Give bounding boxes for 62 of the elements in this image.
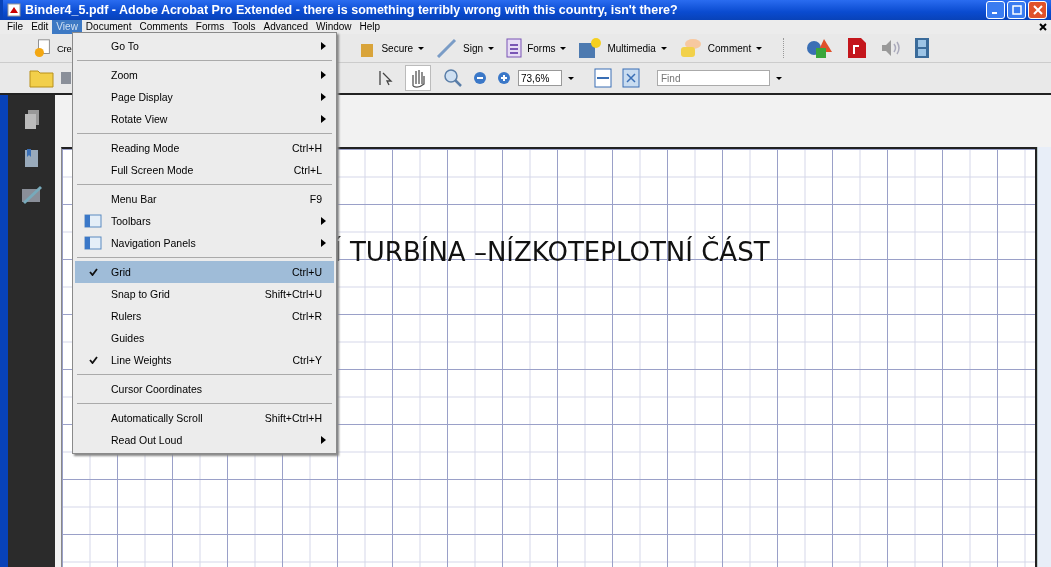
menu-item[interactable]: Line Weights Ctrl+Y (75, 349, 334, 371)
signature-icon[interactable] (20, 185, 43, 205)
create-label[interactable]: Cre (57, 42, 72, 54)
zoom-in-icon[interactable] (497, 71, 511, 85)
menu-item[interactable]: Read Out Loud (75, 429, 334, 451)
menu-item[interactable]: Navigation Panels (75, 232, 334, 254)
form-icon (506, 38, 523, 58)
toolbar-button[interactable]: Forms (503, 38, 570, 58)
pen-icon (436, 38, 459, 58)
menu-item[interactable]: Reading Mode Ctrl+H (75, 137, 334, 159)
zoom-field[interactable]: 73,6% (518, 70, 562, 86)
menu-item[interactable]: Rulers Ctrl+R (75, 305, 334, 327)
zoom-out-icon[interactable] (473, 71, 487, 85)
zoom-icon[interactable] (441, 68, 463, 88)
menu-item[interactable]: Rotate View (75, 108, 334, 130)
find-field[interactable]: Find (657, 70, 770, 86)
pdf-file-icon (7, 3, 21, 17)
minimize-icon (991, 12, 997, 14)
toolbar-button[interactable]: Multimedia (575, 37, 670, 59)
menu-item[interactable]: Document (81, 20, 136, 34)
bookmarks-icon[interactable] (23, 147, 40, 169)
fit-width-icon[interactable] (594, 68, 612, 88)
menu-item[interactable]: Cursor Coordinates (75, 378, 334, 400)
toolbar-button[interactable]: Comment (675, 37, 766, 59)
menu-item[interactable]: File (3, 20, 28, 34)
menu-item[interactable]: Automatically Scroll Shift+Ctrl+H (75, 407, 334, 429)
note-icon (678, 37, 703, 59)
film-sun-icon (578, 37, 603, 59)
menu-item[interactable]: Zoom (75, 64, 334, 86)
text-select-icon[interactable] (377, 69, 395, 87)
toolbar-button[interactable]: Secure (355, 38, 428, 58)
menu-item[interactable]: Toolbars (75, 210, 334, 232)
menu-item[interactable]: Comments (135, 20, 192, 34)
hand-icon[interactable] (405, 65, 431, 91)
menu-item[interactable]: Snap to Grid Shift+Ctrl+U (75, 283, 334, 305)
menu-item[interactable]: Page Display (75, 86, 334, 108)
window-title: Binder4_5.pdf - Adobe Acrobat Pro Extended - there is something terribly wrong with this country, isn't there? (25, 3, 679, 17)
close-icon (1032, 5, 1043, 15)
menu-item[interactable]: Grid Ctrl+U (75, 261, 334, 283)
document-star-icon[interactable] (33, 38, 53, 58)
menu-item[interactable]: Menu Bar F9 (75, 188, 334, 210)
menu-item[interactable]: Tools (228, 20, 260, 34)
close-icon[interactable] (1039, 23, 1047, 31)
close-button[interactable] (1028, 1, 1047, 19)
menu-item[interactable]: Help (355, 20, 385, 34)
toolbar-button[interactable]: Sign (433, 38, 498, 58)
menu-item[interactable]: Window (312, 20, 356, 34)
minimize-button[interactable] (986, 1, 1005, 19)
maximize-icon (1011, 5, 1022, 15)
menu-item[interactable]: Forms (191, 20, 229, 34)
document-heading: Í TURBÍNA –NÍZKOTEPLOTNÍ ČÁST (334, 237, 771, 267)
menu-item[interactable]: Advanced (259, 20, 312, 34)
vertical-scrollbar[interactable] (1037, 147, 1051, 567)
maximize-button[interactable] (1007, 1, 1026, 19)
menu-item[interactable]: Guides (75, 327, 334, 349)
menu-item[interactable]: Go To (75, 35, 334, 57)
menu-item[interactable]: Full Screen Mode Ctrl+L (75, 159, 334, 181)
film-strip-icon[interactable] (914, 37, 931, 59)
flash-document-icon[interactable] (846, 36, 869, 60)
pages-icon[interactable] (23, 109, 40, 131)
fit-page-icon[interactable] (622, 68, 640, 88)
menu-item[interactable]: Edit (27, 20, 53, 34)
